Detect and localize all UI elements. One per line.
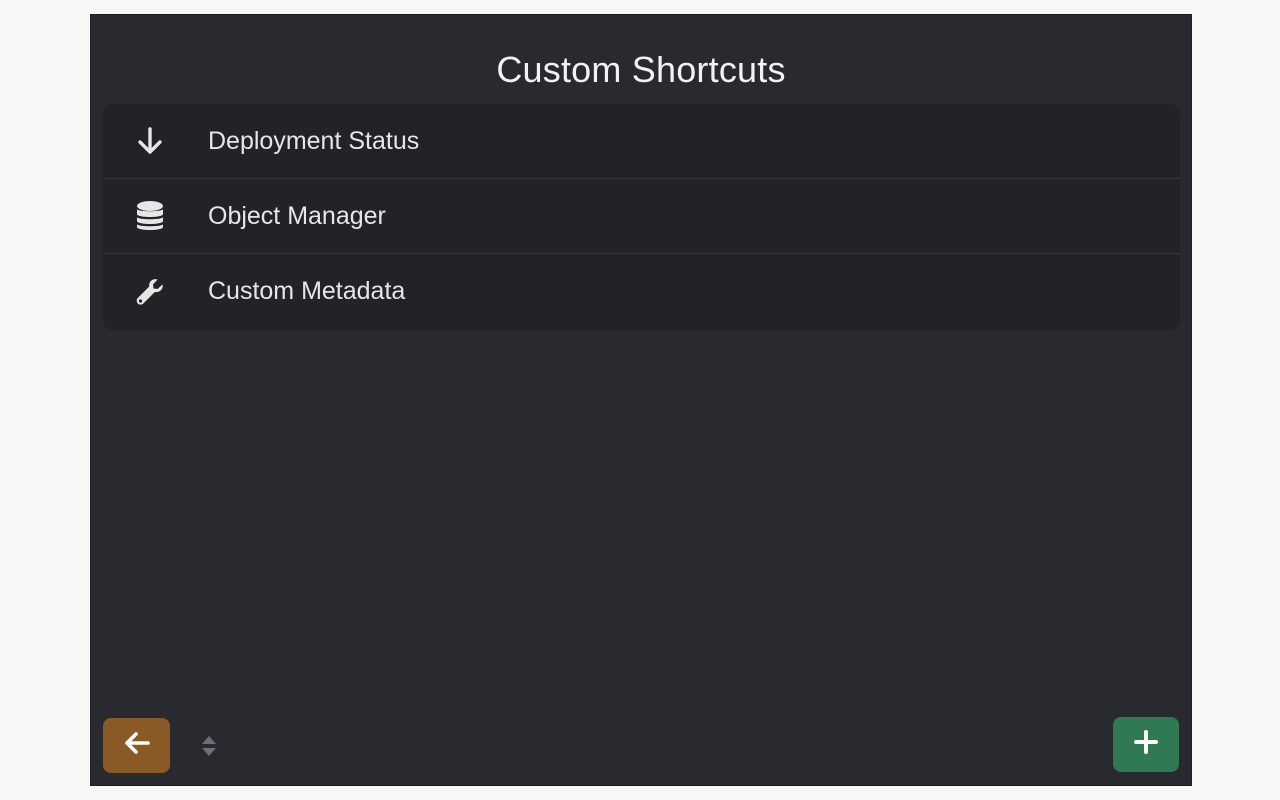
arrow-down-icon bbox=[135, 125, 165, 157]
wrench-icon bbox=[135, 276, 165, 308]
shortcut-list: Deployment Status Object Manager Custom … bbox=[103, 104, 1180, 330]
shortcut-item-object-manager[interactable]: Object Manager bbox=[103, 179, 1180, 254]
database-icon bbox=[135, 200, 165, 232]
shortcut-item-deployment-status[interactable]: Deployment Status bbox=[103, 104, 1180, 179]
shortcut-item-custom-metadata[interactable]: Custom Metadata bbox=[103, 254, 1180, 329]
back-button[interactable] bbox=[103, 718, 170, 773]
sort-icon[interactable] bbox=[201, 734, 217, 758]
shortcut-label: Object Manager bbox=[208, 201, 386, 230]
arrow-left-icon bbox=[123, 731, 151, 760]
shortcut-label: Deployment Status bbox=[208, 126, 420, 155]
page-title: Custom Shortcuts bbox=[496, 49, 786, 90]
add-shortcut-button[interactable] bbox=[1113, 717, 1179, 772]
shortcuts-popup: Custom Shortcuts Deployment Status Objec… bbox=[90, 14, 1192, 786]
shortcut-label: Custom Metadata bbox=[208, 277, 406, 305]
plus-icon bbox=[1133, 729, 1159, 760]
